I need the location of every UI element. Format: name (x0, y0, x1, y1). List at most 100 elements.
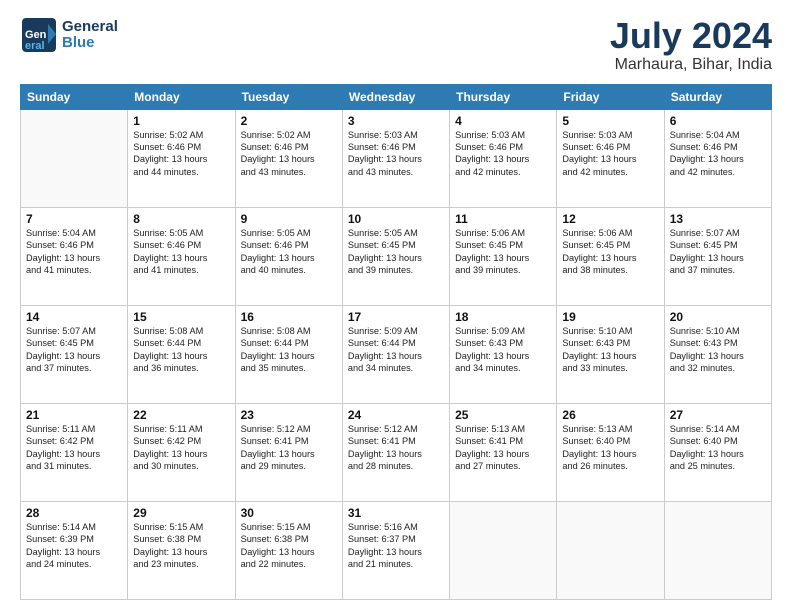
subtitle: Marhaura, Bihar, India (610, 56, 772, 74)
day-number: 14 (26, 310, 122, 324)
calendar-cell (21, 109, 128, 207)
day-number: 22 (133, 408, 229, 422)
calendar-cell: 23Sunrise: 5:12 AMSunset: 6:41 PMDayligh… (235, 403, 342, 501)
day-info: Sunrise: 5:14 AMSunset: 6:39 PMDaylight:… (26, 521, 122, 571)
calendar-week-row: 14Sunrise: 5:07 AMSunset: 6:45 PMDayligh… (21, 305, 772, 403)
day-info: Sunrise: 5:05 AMSunset: 6:46 PMDaylight:… (133, 227, 229, 277)
calendar-day-header: Sunday (21, 84, 128, 109)
calendar-cell: 27Sunrise: 5:14 AMSunset: 6:40 PMDayligh… (664, 403, 771, 501)
calendar-week-row: 21Sunrise: 5:11 AMSunset: 6:42 PMDayligh… (21, 403, 772, 501)
day-info: Sunrise: 5:12 AMSunset: 6:41 PMDaylight:… (241, 423, 337, 473)
day-info: Sunrise: 5:11 AMSunset: 6:42 PMDaylight:… (26, 423, 122, 473)
day-number: 11 (455, 212, 551, 226)
calendar-cell: 7Sunrise: 5:04 AMSunset: 6:46 PMDaylight… (21, 207, 128, 305)
calendar-cell: 9Sunrise: 5:05 AMSunset: 6:46 PMDaylight… (235, 207, 342, 305)
calendar-cell: 8Sunrise: 5:05 AMSunset: 6:46 PMDaylight… (128, 207, 235, 305)
day-number: 12 (562, 212, 658, 226)
calendar-cell: 12Sunrise: 5:06 AMSunset: 6:45 PMDayligh… (557, 207, 664, 305)
day-number: 2 (241, 114, 337, 128)
day-info: Sunrise: 5:03 AMSunset: 6:46 PMDaylight:… (455, 129, 551, 179)
calendar-header-row: SundayMondayTuesdayWednesdayThursdayFrid… (21, 84, 772, 109)
header: Gen eral General Blue July 2024 Marhaura… (20, 16, 772, 74)
day-info: Sunrise: 5:03 AMSunset: 6:46 PMDaylight:… (562, 129, 658, 179)
main-title: July 2024 (610, 16, 772, 56)
calendar-cell: 17Sunrise: 5:09 AMSunset: 6:44 PMDayligh… (342, 305, 449, 403)
day-info: Sunrise: 5:03 AMSunset: 6:46 PMDaylight:… (348, 129, 444, 179)
day-number: 20 (670, 310, 766, 324)
calendar-week-row: 28Sunrise: 5:14 AMSunset: 6:39 PMDayligh… (21, 501, 772, 599)
day-number: 7 (26, 212, 122, 226)
calendar-cell: 24Sunrise: 5:12 AMSunset: 6:41 PMDayligh… (342, 403, 449, 501)
day-number: 29 (133, 506, 229, 520)
day-number: 1 (133, 114, 229, 128)
day-info: Sunrise: 5:08 AMSunset: 6:44 PMDaylight:… (133, 325, 229, 375)
day-info: Sunrise: 5:04 AMSunset: 6:46 PMDaylight:… (26, 227, 122, 277)
day-number: 17 (348, 310, 444, 324)
day-info: Sunrise: 5:02 AMSunset: 6:46 PMDaylight:… (133, 129, 229, 179)
calendar-day-header: Saturday (664, 84, 771, 109)
calendar-cell: 25Sunrise: 5:13 AMSunset: 6:41 PMDayligh… (450, 403, 557, 501)
day-info: Sunrise: 5:06 AMSunset: 6:45 PMDaylight:… (455, 227, 551, 277)
calendar-cell: 16Sunrise: 5:08 AMSunset: 6:44 PMDayligh… (235, 305, 342, 403)
calendar-cell: 30Sunrise: 5:15 AMSunset: 6:38 PMDayligh… (235, 501, 342, 599)
calendar-cell: 13Sunrise: 5:07 AMSunset: 6:45 PMDayligh… (664, 207, 771, 305)
logo-text-blue: Blue (62, 35, 118, 52)
logo-text-general: General (62, 19, 118, 36)
day-info: Sunrise: 5:13 AMSunset: 6:41 PMDaylight:… (455, 423, 551, 473)
calendar-cell: 21Sunrise: 5:11 AMSunset: 6:42 PMDayligh… (21, 403, 128, 501)
day-number: 18 (455, 310, 551, 324)
day-info: Sunrise: 5:09 AMSunset: 6:43 PMDaylight:… (455, 325, 551, 375)
calendar-cell: 22Sunrise: 5:11 AMSunset: 6:42 PMDayligh… (128, 403, 235, 501)
calendar-cell: 3Sunrise: 5:03 AMSunset: 6:46 PMDaylight… (342, 109, 449, 207)
calendar-cell: 2Sunrise: 5:02 AMSunset: 6:46 PMDaylight… (235, 109, 342, 207)
day-info: Sunrise: 5:12 AMSunset: 6:41 PMDaylight:… (348, 423, 444, 473)
svg-text:eral: eral (25, 40, 45, 52)
calendar-cell: 5Sunrise: 5:03 AMSunset: 6:46 PMDaylight… (557, 109, 664, 207)
day-number: 30 (241, 506, 337, 520)
day-info: Sunrise: 5:04 AMSunset: 6:46 PMDaylight:… (670, 129, 766, 179)
day-number: 25 (455, 408, 551, 422)
day-number: 15 (133, 310, 229, 324)
calendar-cell: 11Sunrise: 5:06 AMSunset: 6:45 PMDayligh… (450, 207, 557, 305)
title-block: July 2024 Marhaura, Bihar, India (610, 16, 772, 74)
calendar-cell: 19Sunrise: 5:10 AMSunset: 6:43 PMDayligh… (557, 305, 664, 403)
day-info: Sunrise: 5:10 AMSunset: 6:43 PMDaylight:… (670, 325, 766, 375)
day-number: 31 (348, 506, 444, 520)
calendar-cell: 4Sunrise: 5:03 AMSunset: 6:46 PMDaylight… (450, 109, 557, 207)
calendar-cell: 20Sunrise: 5:10 AMSunset: 6:43 PMDayligh… (664, 305, 771, 403)
day-number: 3 (348, 114, 444, 128)
day-number: 26 (562, 408, 658, 422)
day-info: Sunrise: 5:13 AMSunset: 6:40 PMDaylight:… (562, 423, 658, 473)
day-info: Sunrise: 5:08 AMSunset: 6:44 PMDaylight:… (241, 325, 337, 375)
day-number: 24 (348, 408, 444, 422)
calendar-cell: 26Sunrise: 5:13 AMSunset: 6:40 PMDayligh… (557, 403, 664, 501)
day-number: 13 (670, 212, 766, 226)
calendar-day-header: Tuesday (235, 84, 342, 109)
day-number: 23 (241, 408, 337, 422)
day-info: Sunrise: 5:06 AMSunset: 6:45 PMDaylight:… (562, 227, 658, 277)
calendar-cell: 15Sunrise: 5:08 AMSunset: 6:44 PMDayligh… (128, 305, 235, 403)
day-number: 4 (455, 114, 551, 128)
day-number: 9 (241, 212, 337, 226)
day-number: 28 (26, 506, 122, 520)
day-number: 10 (348, 212, 444, 226)
calendar-cell: 28Sunrise: 5:14 AMSunset: 6:39 PMDayligh… (21, 501, 128, 599)
calendar-cell: 18Sunrise: 5:09 AMSunset: 6:43 PMDayligh… (450, 305, 557, 403)
day-info: Sunrise: 5:15 AMSunset: 6:38 PMDaylight:… (133, 521, 229, 571)
calendar-cell: 31Sunrise: 5:16 AMSunset: 6:37 PMDayligh… (342, 501, 449, 599)
calendar-cell (664, 501, 771, 599)
day-number: 5 (562, 114, 658, 128)
day-info: Sunrise: 5:11 AMSunset: 6:42 PMDaylight:… (133, 423, 229, 473)
day-number: 27 (670, 408, 766, 422)
day-info: Sunrise: 5:10 AMSunset: 6:43 PMDaylight:… (562, 325, 658, 375)
day-info: Sunrise: 5:16 AMSunset: 6:37 PMDaylight:… (348, 521, 444, 571)
day-info: Sunrise: 5:07 AMSunset: 6:45 PMDaylight:… (670, 227, 766, 277)
calendar-day-header: Wednesday (342, 84, 449, 109)
calendar-cell (450, 501, 557, 599)
calendar-cell: 6Sunrise: 5:04 AMSunset: 6:46 PMDaylight… (664, 109, 771, 207)
day-info: Sunrise: 5:02 AMSunset: 6:46 PMDaylight:… (241, 129, 337, 179)
calendar-day-header: Friday (557, 84, 664, 109)
calendar-week-row: 7Sunrise: 5:04 AMSunset: 6:46 PMDaylight… (21, 207, 772, 305)
day-info: Sunrise: 5:07 AMSunset: 6:45 PMDaylight:… (26, 325, 122, 375)
day-info: Sunrise: 5:14 AMSunset: 6:40 PMDaylight:… (670, 423, 766, 473)
